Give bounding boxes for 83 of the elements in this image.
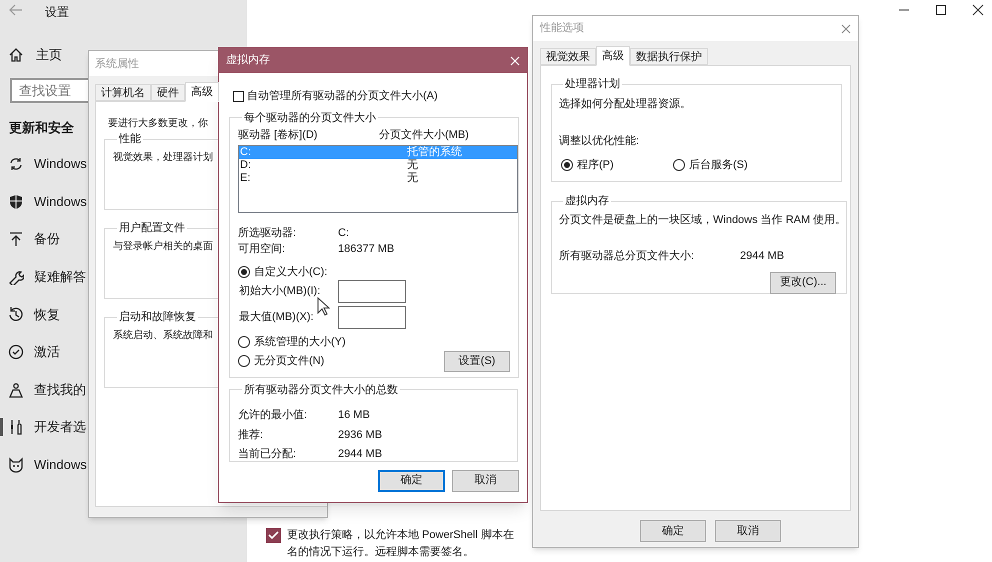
button[interactable]: 设置(S) xyxy=(444,350,510,372)
group-title: 性能 xyxy=(118,132,142,147)
sidebar-item[interactable]: Windows xyxy=(0,190,87,214)
sidebar-item[interactable]: 恢复 xyxy=(0,302,60,326)
field-value: 2944 MB xyxy=(338,447,382,462)
group-text: 系统启动、系统故障和 xyxy=(113,328,213,342)
list-row[interactable]: E: 无 xyxy=(239,172,517,184)
home-icon xyxy=(8,46,24,63)
button[interactable]: 确定 xyxy=(378,470,445,492)
field-value: 16 MB xyxy=(338,408,370,423)
radio-option[interactable]: 程序(P) xyxy=(561,156,673,173)
group-text: 视觉效果，处理器计划 xyxy=(113,150,213,164)
window-title: 性能选项 xyxy=(540,21,584,36)
group-text: 分页文件是硬盘上的一块区域，Windows 当作 RAM 使用。 xyxy=(559,212,846,228)
group-title: 启动和故障恢复 xyxy=(118,310,197,325)
tools-icon xyxy=(8,419,24,436)
radio-option[interactable]: 自定义大小(C): xyxy=(238,264,518,280)
button[interactable]: 更改(C)... xyxy=(770,272,836,294)
group-text: 选择如何分配处理器资源。 xyxy=(559,96,692,112)
sidebar-item[interactable]: 开发者选 xyxy=(0,415,86,440)
column-header: 驱动器 [卷标](D) xyxy=(238,128,318,143)
home-nav-item[interactable]: 主页 xyxy=(8,45,62,64)
checkmark-icon xyxy=(268,531,279,540)
sidebar-item[interactable]: Windows xyxy=(0,152,87,176)
window-title: 设置 xyxy=(45,4,69,21)
group-title: 用户配置文件 xyxy=(118,220,186,236)
shield-icon xyxy=(8,194,24,210)
close-icon[interactable] xyxy=(972,4,984,16)
sidebar-item[interactable]: 备份 xyxy=(0,227,60,252)
list-row[interactable]: D: 无 xyxy=(239,158,517,172)
radio-option[interactable]: 后台服务(S) xyxy=(673,156,748,173)
tab[interactable]: 高级 xyxy=(185,82,219,102)
person-icon xyxy=(8,382,24,398)
tab[interactable]: 数据执行保护 xyxy=(630,48,708,65)
group-title: 每个驱动器的分页文件大小 xyxy=(243,110,377,126)
field-value: 2944 MB xyxy=(740,249,784,264)
column-header: 分页文件大小(MB) xyxy=(379,128,469,143)
field-label: 最大值(MB)(X): xyxy=(239,311,314,324)
check-icon xyxy=(8,344,24,360)
group-title: 处理器计划 xyxy=(564,77,621,92)
field-label: 所有驱动器总分页文件大小: xyxy=(559,250,694,262)
section-heading: 更新和安全 xyxy=(9,119,74,137)
button[interactable]: 确定 xyxy=(640,520,706,542)
radio-option[interactable]: 无分页文件(N) xyxy=(238,352,324,370)
policy-text-line: 更改执行策略，以允许本地 PowerShell 脚本在 xyxy=(287,528,514,543)
input-field[interactable] xyxy=(338,280,406,303)
cat-icon xyxy=(8,456,24,473)
field-label: 所选驱动器: xyxy=(238,226,296,238)
field-label: 初始大小(MB)(I): xyxy=(239,285,320,298)
instruction-text: 要进行大多数更改，你 xyxy=(108,116,208,131)
tab[interactable]: 视觉效果 xyxy=(540,48,596,65)
field-label: 当前已分配: xyxy=(238,448,296,460)
maximize-icon[interactable] xyxy=(935,4,947,16)
sidebar-item[interactable]: 激活 xyxy=(0,340,60,364)
group-text: 调整以优化性能: xyxy=(559,134,640,149)
checkbox[interactable] xyxy=(266,528,281,543)
field-value: 2936 MB xyxy=(338,428,382,442)
radio-option[interactable]: 系统管理的大小(Y) xyxy=(238,334,518,350)
wrench-icon xyxy=(8,268,24,285)
sync-icon xyxy=(8,156,24,172)
tab[interactable]: 硬件 xyxy=(151,84,185,101)
group-text: 与登录帐户相关的桌面 xyxy=(113,240,213,254)
policy-text-line: 名的情况下运行。远程脚本需要签名。 xyxy=(287,545,475,560)
sidebar-item[interactable]: 查找我的 xyxy=(0,378,86,402)
sidebar-item[interactable]: Windows xyxy=(0,452,87,477)
input-field[interactable] xyxy=(338,306,406,329)
history-icon xyxy=(8,306,24,322)
upload-icon xyxy=(8,231,24,248)
tab[interactable]: 计算机名 xyxy=(95,84,151,101)
group-title: 虚拟内存 xyxy=(564,194,610,209)
sidebar-item[interactable]: 疑难解答 xyxy=(0,264,86,289)
field-value: 186377 MB xyxy=(338,242,394,257)
field-value: C: xyxy=(338,226,349,240)
window-title: 虚拟内存 xyxy=(226,52,270,68)
button[interactable]: 取消 xyxy=(715,520,781,542)
checkbox-option[interactable]: 自动管理所有驱动器的分页文件大小(A) xyxy=(233,88,517,104)
field-label: 推荐: xyxy=(238,428,264,440)
button[interactable]: 取消 xyxy=(452,470,519,492)
field-label: 允许的最小值: xyxy=(238,409,308,421)
tab[interactable]: 高级 xyxy=(596,46,630,66)
cursor-icon xyxy=(317,297,330,316)
group-title: 所有驱动器分页文件大小的总数 xyxy=(243,382,399,398)
field-label: 可用空间: xyxy=(238,243,286,255)
